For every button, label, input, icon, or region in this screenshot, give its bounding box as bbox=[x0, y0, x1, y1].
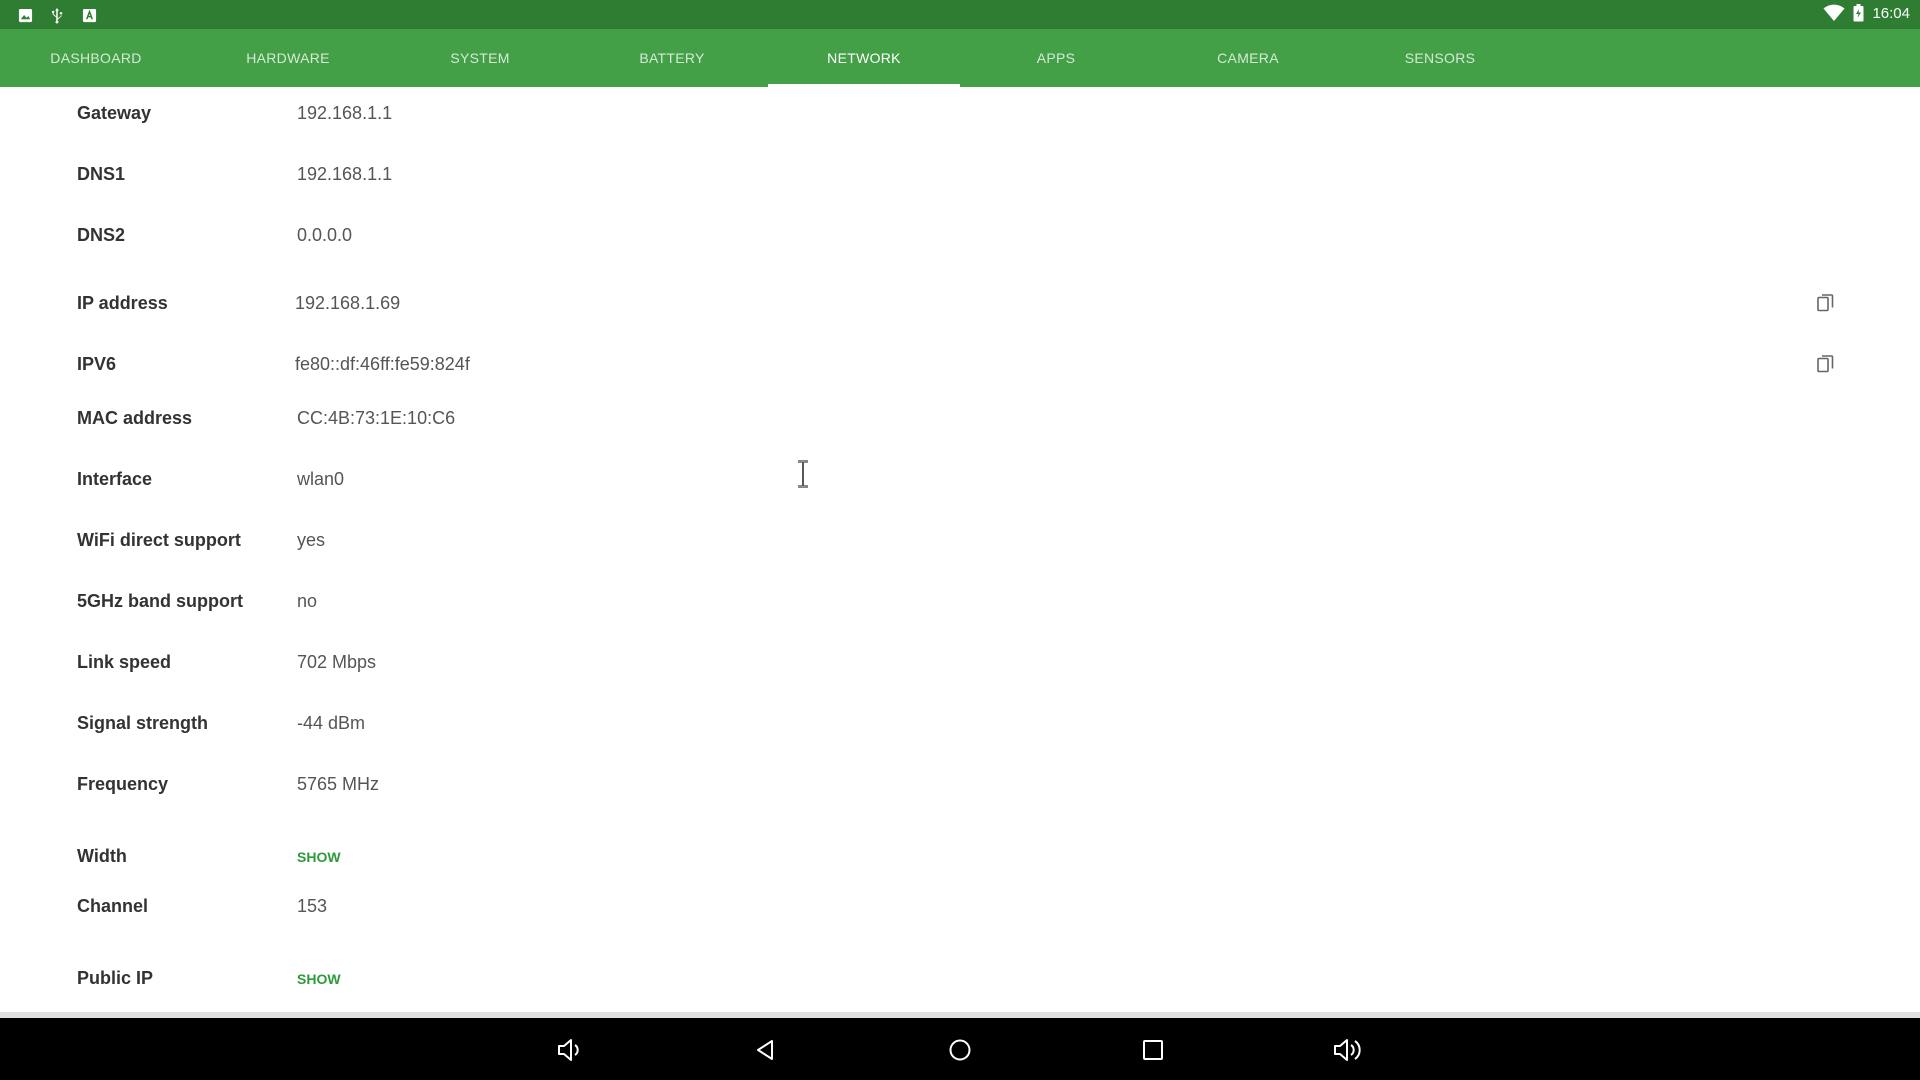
row-value: 5765 MHz bbox=[297, 774, 380, 794]
row-value: 0.0.0.0 bbox=[297, 225, 353, 245]
row-mac-address: MAC address CC:4B:73:1E:10:C6 bbox=[0, 394, 1920, 444]
show-width-button[interactable]: SHOW bbox=[297, 849, 341, 865]
tab-dashboard[interactable]: DASHBOARD bbox=[0, 29, 192, 87]
row-label: 5GHz band support bbox=[77, 591, 243, 611]
network-info-list[interactable]: Gateway 192.168.1.1 DNS1 192.168.1.1 DNS… bbox=[0, 87, 1920, 1012]
row-value: 153 bbox=[297, 896, 328, 916]
tab-apps[interactable]: APPS bbox=[960, 29, 1152, 87]
row-value: yes bbox=[297, 530, 326, 550]
tab-system[interactable]: SYSTEM bbox=[384, 29, 576, 87]
row-gateway: Gateway 192.168.1.1 bbox=[0, 89, 1920, 139]
text-icon bbox=[80, 6, 98, 24]
tab-bar: DASHBOARD HARDWARE SYSTEM BATTERY NETWOR… bbox=[0, 29, 1920, 87]
row-label: Interface bbox=[77, 469, 153, 489]
tab-camera[interactable]: CAMERA bbox=[1152, 29, 1344, 87]
home-icon[interactable] bbox=[940, 1030, 980, 1070]
row-dns1: DNS1 192.168.1.1 bbox=[0, 150, 1920, 200]
row-label: Frequency bbox=[77, 774, 169, 794]
row-channel: Channel 153 bbox=[0, 882, 1920, 932]
row-label: Gateway bbox=[77, 103, 152, 123]
row-frequency: Frequency 5765 MHz bbox=[0, 760, 1920, 810]
row-dns2: DNS2 0.0.0.0 bbox=[0, 211, 1920, 261]
row-width: Width SHOW bbox=[0, 832, 1920, 882]
usb-icon bbox=[48, 6, 66, 24]
notification-icons bbox=[16, 6, 98, 24]
copy-icon[interactable] bbox=[1814, 353, 1836, 375]
row-label: Channel bbox=[77, 896, 149, 916]
clock: 16:04 bbox=[1872, 4, 1910, 22]
text-cursor-icon bbox=[796, 460, 810, 488]
recents-icon[interactable] bbox=[1133, 1030, 1173, 1070]
wifi-icon bbox=[1823, 4, 1845, 22]
row-label: MAC address bbox=[77, 408, 193, 428]
row-label: DNS2 bbox=[77, 225, 126, 245]
battery-icon bbox=[1853, 4, 1864, 22]
row-label: Link speed bbox=[77, 652, 172, 672]
tab-hardware[interactable]: HARDWARE bbox=[192, 29, 384, 87]
show-public-ip-button[interactable]: SHOW bbox=[297, 971, 341, 987]
row-label: Width bbox=[77, 846, 127, 866]
row-ipv6: IPV6 fe80::df:46ff:fe59:824f bbox=[0, 340, 1920, 390]
volume-up-icon[interactable] bbox=[1328, 1030, 1368, 1070]
row-value: 192.168.1.69 bbox=[295, 293, 401, 313]
row-value: CC:4B:73:1E:10:C6 bbox=[297, 408, 456, 428]
row-value: 192.168.1.1 bbox=[297, 164, 393, 184]
tab-network[interactable]: NETWORK bbox=[768, 29, 960, 87]
back-icon[interactable] bbox=[746, 1030, 786, 1070]
row-value: -44 dBm bbox=[297, 713, 366, 733]
row-link-speed: Link speed 702 Mbps bbox=[0, 638, 1920, 688]
tab-battery[interactable]: BATTERY bbox=[576, 29, 768, 87]
row-value: no bbox=[297, 591, 318, 611]
row-value: 192.168.1.1 bbox=[297, 103, 393, 123]
row-value: fe80::df:46ff:fe59:824f bbox=[295, 354, 470, 374]
row-public-ip: Public IP SHOW bbox=[0, 954, 1920, 1004]
row-signal-strength: Signal strength -44 dBm bbox=[0, 699, 1920, 749]
row-label: Signal strength bbox=[77, 713, 209, 733]
row-label: Public IP bbox=[77, 968, 154, 988]
image-icon bbox=[16, 6, 34, 24]
row-label: WiFi direct support bbox=[77, 530, 241, 550]
row-wifi-direct-support: WiFi direct support yes bbox=[0, 516, 1920, 566]
row-label: IP address bbox=[77, 293, 168, 313]
status-bar: 16:04 bbox=[0, 0, 1920, 29]
navigation-bar bbox=[0, 1018, 1920, 1080]
system-status: 16:04 bbox=[1823, 4, 1910, 22]
row-value: 702 Mbps bbox=[297, 652, 377, 672]
row-interface: Interface wlan0 bbox=[0, 455, 1920, 505]
row-label: DNS1 bbox=[77, 164, 126, 184]
tab-sensors[interactable]: SENSORS bbox=[1344, 29, 1536, 87]
row-label: IPV6 bbox=[77, 354, 117, 374]
volume-down-icon[interactable] bbox=[550, 1030, 590, 1070]
row-ip-address: IP address 192.168.1.69 bbox=[0, 279, 1920, 329]
row-5ghz-band-support: 5GHz band support no bbox=[0, 577, 1920, 627]
row-value: wlan0 bbox=[297, 469, 345, 489]
copy-icon[interactable] bbox=[1814, 292, 1836, 314]
